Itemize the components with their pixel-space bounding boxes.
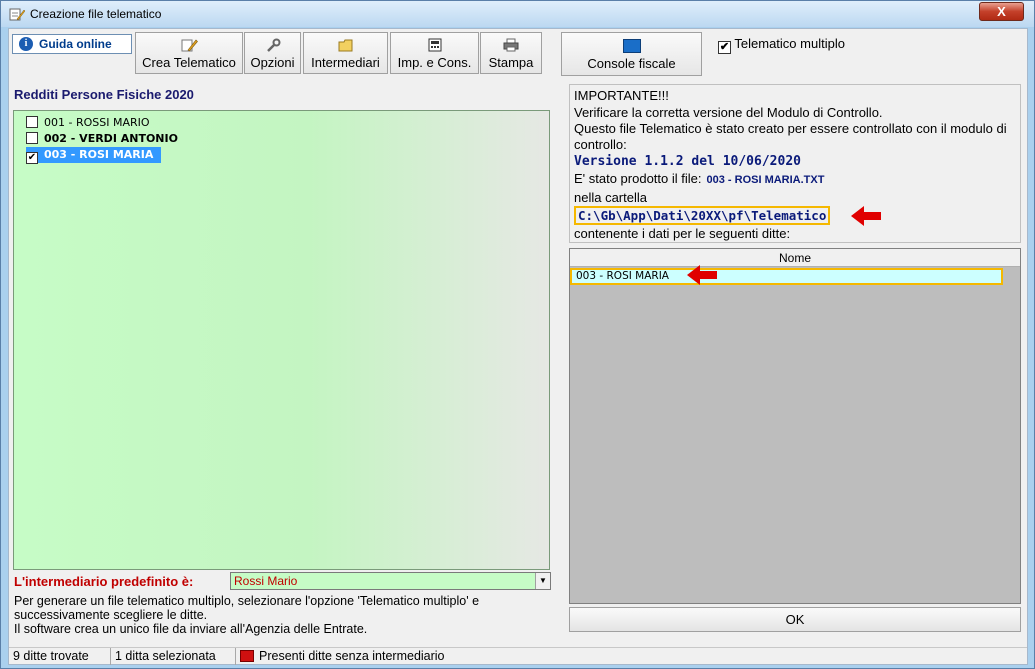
- intermediario-label: L'intermediario predefinito è:: [14, 574, 194, 589]
- item-checkbox[interactable]: [26, 132, 38, 144]
- stampa-label: Stampa: [488, 55, 534, 70]
- wrench-icon: [266, 38, 280, 52]
- created-for-text: Questo file Telematico è stato creato pe…: [574, 121, 1007, 152]
- console-fiscale-label: Console fiscale: [587, 56, 676, 71]
- column-header-nome[interactable]: Nome: [570, 249, 1020, 267]
- ditte-list[interactable]: 001 - ROSSI MARIO 002 - VERDI ANTONIO ✔ 0…: [13, 110, 550, 570]
- help-text: Per generare un file telematico multiplo…: [14, 594, 480, 636]
- folder-label: nella cartella: [574, 190, 647, 205]
- imp-cons-button[interactable]: Imp. e Cons.: [390, 32, 479, 74]
- list-item-label: 003 - ROSI MARIA: [44, 148, 154, 161]
- title-bar[interactable]: Creazione file telematico X: [1, 1, 1034, 27]
- list-item[interactable]: 002 - VERDI ANTONIO: [26, 131, 178, 147]
- dialog-body: i Guida online Crea Telematico Opzioni I…: [8, 28, 1028, 665]
- item-checkbox[interactable]: [26, 116, 38, 128]
- folder-icon: [338, 39, 352, 52]
- telematico-multiplo-checkbox[interactable]: ✔ Telematico multiplo: [718, 36, 845, 54]
- info-panel: IMPORTANTE!!! Verificare la corretta ver…: [569, 84, 1021, 243]
- status-selected: 1 ditta selezionata: [111, 648, 236, 665]
- window-title: Creazione file telematico: [30, 7, 162, 21]
- intermediario-select[interactable]: Rossi Mario ▼: [230, 572, 551, 590]
- edit-document-icon: [9, 8, 25, 21]
- annotation-arrow-icon: [851, 206, 881, 226]
- ok-button[interactable]: OK: [569, 607, 1021, 632]
- calculator-icon: [428, 38, 441, 52]
- produced-file-line: E' stato prodotto il file: 003 - ROSI MAR…: [574, 170, 1016, 189]
- list-item-label: 001 - ROSSI MARIO: [44, 116, 150, 129]
- status-bar: 9 ditte trovate 1 ditta selezionata Pres…: [9, 647, 1027, 665]
- telematico-multiplo-label: Telematico multiplo: [734, 36, 845, 51]
- version-text: Versione 1.1.2 del 10/06/2020: [574, 154, 801, 169]
- close-button[interactable]: X: [979, 2, 1024, 21]
- opzioni-label: Opzioni: [250, 55, 295, 70]
- status-warning: Presenti ditte senza intermediario: [236, 648, 476, 665]
- ditte-grid[interactable]: Nome 003 - ROSI MARIA: [569, 248, 1021, 604]
- list-item[interactable]: 001 - ROSSI MARIO: [26, 115, 150, 131]
- intermediari-label: Intermediari: [311, 55, 380, 70]
- guida-online-label: Guida online: [39, 37, 112, 51]
- produced-file: 003 - ROSI MARIA.TXT: [706, 174, 825, 186]
- info-icon: i: [19, 37, 33, 51]
- intermediario-value: Rossi Mario: [234, 574, 298, 588]
- folder-path: C:\Gb\App\Dati\20XX\pf\Telematico: [574, 206, 831, 225]
- verify-text: Verificare la corretta versione del Modu…: [574, 105, 883, 120]
- important-text: IMPORTANTE!!!: [574, 88, 669, 103]
- list-item-selected[interactable]: ✔ 003 - ROSI MARIA: [26, 147, 162, 164]
- status-found: 9 ditte trovate: [9, 648, 111, 665]
- opzioni-button[interactable]: Opzioni: [244, 32, 301, 74]
- pencil-document-icon: [181, 39, 198, 52]
- printer-icon: [503, 38, 519, 52]
- console-fiscale-button[interactable]: Console fiscale: [561, 32, 702, 76]
- app-window: Creazione file telematico X i Guida onli…: [0, 0, 1035, 669]
- stampa-button[interactable]: Stampa: [480, 32, 542, 74]
- checkbox-box[interactable]: ✔: [718, 41, 731, 54]
- intermediari-button[interactable]: Intermediari: [303, 32, 388, 74]
- table-row[interactable]: 003 - ROSI MARIA: [570, 268, 1003, 285]
- console-icon: [622, 39, 641, 53]
- produced-label: E' stato prodotto il file:: [574, 171, 702, 186]
- red-flag-icon: [240, 650, 254, 662]
- annotation-arrow-icon: [687, 265, 717, 285]
- crea-telematico-label: Crea Telematico: [142, 55, 236, 70]
- imp-cons-label: Imp. e Cons.: [397, 55, 472, 70]
- list-item-label: 002 - VERDI ANTONIO: [44, 132, 178, 145]
- crea-telematico-button[interactable]: Crea Telematico: [135, 32, 243, 74]
- dropdown-arrow-icon[interactable]: ▼: [535, 573, 550, 589]
- guida-online-button[interactable]: i Guida online: [12, 34, 132, 54]
- section-title: Redditi Persone Fisiche 2020: [14, 87, 194, 102]
- containing-text: contenente i dati per le seguenti ditte:: [574, 226, 791, 241]
- status-warning-label: Presenti ditte senza intermediario: [259, 649, 445, 663]
- item-checkbox[interactable]: ✔: [26, 152, 38, 164]
